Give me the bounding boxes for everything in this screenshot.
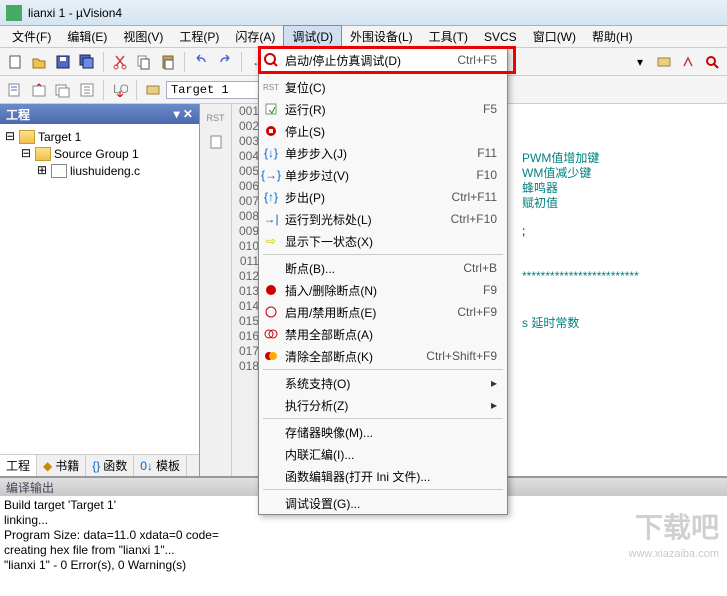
- menu-kill-all-bp[interactable]: 清除全部断点(K) Ctrl+Shift+F9: [259, 345, 507, 367]
- menu-insert-remove-bp[interactable]: 插入/删除断点(N) F9: [259, 279, 507, 301]
- folder-icon: [35, 147, 51, 161]
- reset-icon: RST: [261, 78, 281, 96]
- undo-button[interactable]: [190, 51, 212, 73]
- save-all-button[interactable]: [76, 51, 98, 73]
- project-tree[interactable]: ⊟ Target 1 ⊟ Source Group 1 ⊞ liushuiden…: [0, 124, 199, 454]
- tree-group[interactable]: ⊟ Source Group 1: [4, 145, 195, 162]
- menu-run[interactable]: 运行(R) F5: [259, 98, 507, 120]
- kill-all-bp-icon: [261, 347, 281, 365]
- menu-step-into[interactable]: {↓} 单步步入(J) F11: [259, 142, 507, 164]
- menu-peripherals[interactable]: 外围设备(L): [342, 26, 421, 47]
- batch-build-button[interactable]: [76, 79, 98, 101]
- folder-icon: [19, 130, 35, 144]
- doc-icon[interactable]: [206, 132, 226, 152]
- cut-button[interactable]: [109, 51, 131, 73]
- copy-button[interactable]: [133, 51, 155, 73]
- menu-breakpoints[interactable]: 断点(B)... Ctrl+B: [259, 257, 507, 279]
- menu-debug-settings[interactable]: 调试设置(G)...: [259, 492, 507, 514]
- find-button[interactable]: [701, 51, 723, 73]
- run-cursor-icon: →|: [261, 210, 281, 228]
- submenu-arrow-icon: ▸: [491, 398, 501, 412]
- show-next-icon: ⇨: [261, 232, 281, 250]
- expand-icon[interactable]: ⊟: [20, 146, 32, 161]
- menu-memory-map[interactable]: 存储器映像(M)...: [259, 421, 507, 443]
- tree-root[interactable]: ⊟ Target 1: [4, 128, 195, 145]
- menu-window[interactable]: 窗口(W): [525, 26, 584, 47]
- project-panel-title: 工程: [6, 106, 30, 123]
- menu-func-editor[interactable]: 函数编辑器(打开 Ini 文件)...: [259, 465, 507, 487]
- menu-run-to-cursor[interactable]: →| 运行到光标处(L) Ctrl+F10: [259, 208, 507, 230]
- translate-button[interactable]: [4, 79, 26, 101]
- menu-enable-disable-bp[interactable]: 启用/禁用断点(E) Ctrl+F9: [259, 301, 507, 323]
- project-panel-header: 工程 ▾ ✕: [0, 104, 199, 124]
- submenu-arrow-icon: ▸: [491, 376, 501, 390]
- paste-button[interactable]: [157, 51, 179, 73]
- close-icon[interactable]: ▾ ✕: [174, 107, 193, 121]
- menu-debug[interactable]: 调试(D): [283, 25, 342, 48]
- menu-inline-asm[interactable]: 内联汇编(I)...: [259, 443, 507, 465]
- project-panel-tabs: 工程 ◆书籍 {}函数 0↓模板: [0, 454, 199, 476]
- step-out-icon: {↑}: [261, 188, 281, 206]
- open-file-button[interactable]: [28, 51, 50, 73]
- step-over-icon: {→}: [261, 166, 281, 184]
- reset-icon[interactable]: RST: [206, 108, 226, 128]
- menu-svcs[interactable]: SVCS: [476, 28, 525, 46]
- menu-bar: 文件(F) 编辑(E) 视图(V) 工程(P) 闪存(A) 调试(D) 外围设备…: [0, 26, 727, 48]
- tree-group-label: Source Group 1: [54, 147, 139, 161]
- breakpoint-toggle-icon: [261, 303, 281, 321]
- menu-show-next[interactable]: ⇨ 显示下一状态(X): [259, 230, 507, 252]
- debug-dropdown-menu: 启动/停止仿真调试(D) Ctrl+F5 RST 复位(C) 运行(R) F5 …: [258, 48, 508, 515]
- window-title: lianxi 1 - µVision4: [28, 6, 122, 20]
- menu-os-support[interactable]: 系统支持(O) ▸: [259, 372, 507, 394]
- tree-file-label: liushuideng.c: [70, 164, 140, 178]
- menu-disable-all-bp[interactable]: 禁用全部断点(A): [259, 323, 507, 345]
- tree-file[interactable]: ⊞ liushuideng.c: [4, 162, 195, 179]
- target-select[interactable]: [166, 81, 266, 99]
- menu-step-over[interactable]: {→} 单步步过(V) F10: [259, 164, 507, 186]
- project-panel: 工程 ▾ ✕ ⊟ Target 1 ⊟ Source Group 1 ⊞ liu…: [0, 104, 200, 476]
- title-bar: lianxi 1 - µVision4: [0, 0, 727, 26]
- breakpoint-icon: [261, 281, 281, 299]
- tab-templates[interactable]: 0↓模板: [134, 455, 187, 476]
- editor-toolbar-vertical: RST: [200, 104, 232, 476]
- rebuild-button[interactable]: [52, 79, 74, 101]
- menu-help[interactable]: 帮助(H): [584, 26, 641, 47]
- download-button[interactable]: LOAD: [109, 79, 131, 101]
- menu-exec-profiling[interactable]: 执行分析(Z) ▸: [259, 394, 507, 416]
- expand-icon[interactable]: ⊞: [36, 163, 48, 178]
- stop-icon: [261, 122, 281, 140]
- menu-edit[interactable]: 编辑(E): [59, 26, 115, 47]
- app-icon: [6, 5, 22, 21]
- tab-functions[interactable]: {}函数: [86, 455, 134, 476]
- file-icon: [51, 164, 67, 178]
- config-button[interactable]: ▾: [629, 51, 651, 73]
- build-button[interactable]: [28, 79, 50, 101]
- menu-project[interactable]: 工程(P): [171, 26, 227, 47]
- new-file-button[interactable]: [4, 51, 26, 73]
- menu-reset[interactable]: RST 复位(C): [259, 76, 507, 98]
- save-button[interactable]: [52, 51, 74, 73]
- tool-b-button[interactable]: [677, 51, 699, 73]
- redo-button[interactable]: [214, 51, 236, 73]
- menu-step-out[interactable]: {↑} 步出(P) Ctrl+F11: [259, 186, 507, 208]
- step-into-icon: {↓}: [261, 144, 281, 162]
- disable-all-bp-icon: [261, 325, 281, 343]
- target-options-button[interactable]: [142, 79, 164, 101]
- tab-project[interactable]: 工程: [0, 455, 37, 476]
- menu-tools[interactable]: 工具(T): [421, 26, 476, 47]
- menu-view[interactable]: 视图(V): [115, 26, 171, 47]
- menu-stop[interactable]: 停止(S): [259, 120, 507, 142]
- tool-a-button[interactable]: [653, 51, 675, 73]
- menu-file[interactable]: 文件(F): [4, 26, 59, 47]
- tree-root-label: Target 1: [38, 130, 81, 144]
- tab-books[interactable]: ◆书籍: [37, 455, 86, 476]
- expand-icon[interactable]: ⊟: [4, 129, 16, 144]
- menu-start-stop-debug[interactable]: 启动/停止仿真调试(D) Ctrl+F5: [259, 49, 507, 71]
- run-icon: [261, 100, 281, 118]
- menu-flash[interactable]: 闪存(A): [227, 26, 283, 47]
